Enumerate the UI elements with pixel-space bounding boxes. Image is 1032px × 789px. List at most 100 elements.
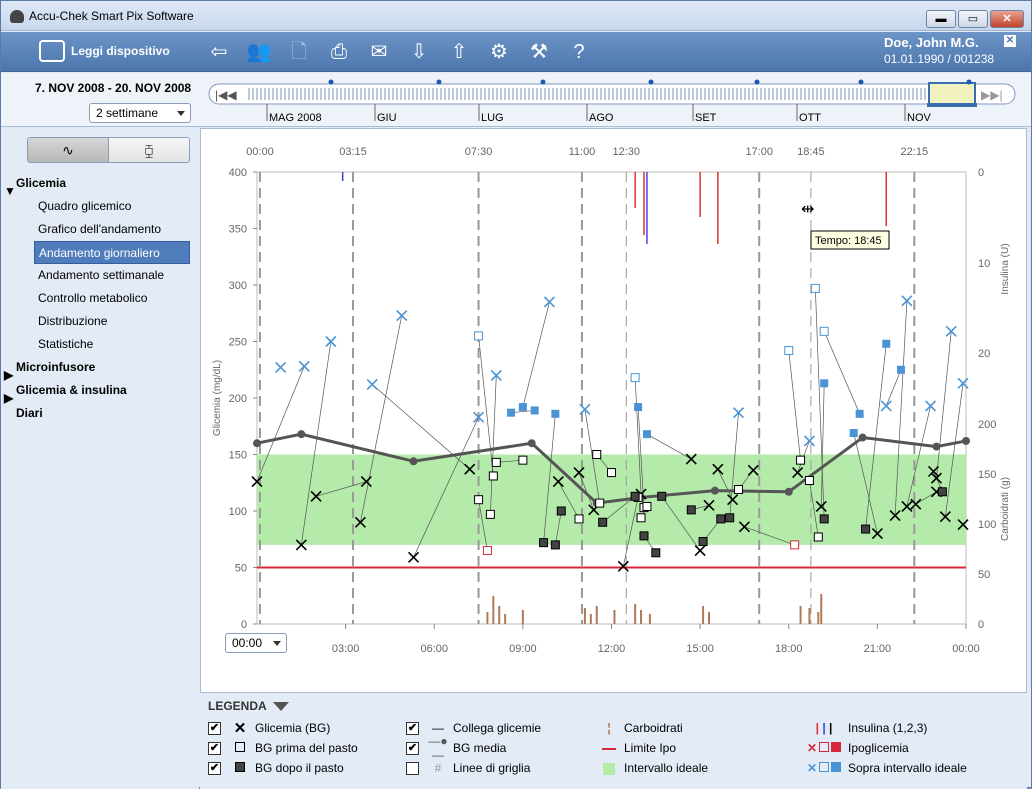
insulin-tick-label: 10 xyxy=(978,258,990,270)
bg-after-meal xyxy=(598,517,608,527)
sidebar-item-controllo-metabolico[interactable]: Controllo metabolico xyxy=(1,287,199,310)
timeline-event-dot xyxy=(648,79,654,85)
insulin-tick-label: 0 xyxy=(978,167,984,179)
legend-checkbox[interactable]: ✔ xyxy=(208,761,221,775)
sidebar-item-statistiche[interactable]: Statistiche xyxy=(1,333,199,356)
x-tick-label: 00:00 xyxy=(952,643,980,655)
timeline-event-dot xyxy=(540,79,546,85)
carbs-bar xyxy=(486,612,489,624)
carbs-bar xyxy=(634,604,637,624)
y-tick-label: 150 xyxy=(229,450,247,462)
email-icon[interactable]: ✉ xyxy=(366,39,392,65)
sidebar-item-distribuzione[interactable]: Distribuzione xyxy=(1,310,199,333)
carbs-bar xyxy=(521,610,524,624)
date-band: 7. NOV 2008 - 20. NOV 2008 2 settimane |… xyxy=(1,73,1031,127)
view-toggle: ∿ ⧮ xyxy=(27,137,190,163)
new-doc-icon[interactable]: 🗋 xyxy=(286,39,312,65)
maximize-button[interactable]: ▭ xyxy=(958,10,988,28)
sidebar-item-andamento-giornaliero[interactable]: Andamento giornaliero xyxy=(34,241,190,264)
nav-group-glicemia-insulina[interactable]: ▶ Glicemia & insulina xyxy=(1,379,199,405)
time-marker-label: 12:30 xyxy=(613,146,641,158)
expanded-triangle-icon: ▼ xyxy=(4,184,16,198)
time-tooltip-text: Tempo: 18:45 xyxy=(815,235,882,247)
bg-before-meal xyxy=(488,471,498,481)
carbs-tick-label: 150 xyxy=(978,469,996,481)
bg-after-meal xyxy=(630,491,640,501)
carbs-bar xyxy=(799,606,802,624)
main-toolbar: Leggi dispositivo ⇦ 👥 🗋 ⎙ ✉ ⇩ ⇧ ⚙ ⚒ ? Do… xyxy=(1,32,1031,72)
legend-item-hypo-limit: Limite Ipo xyxy=(598,739,676,757)
close-button[interactable]: ✕ xyxy=(990,10,1024,28)
y-tick-label: 0 xyxy=(241,619,247,631)
bg-before-meal xyxy=(813,532,823,542)
patients-icon[interactable]: 👥 xyxy=(246,39,272,65)
sidebar-item-grafico-andamento[interactable]: Grafico dell'andamento xyxy=(1,218,199,241)
carbs-tick-label: 200 xyxy=(978,419,996,431)
bg-average-point xyxy=(858,433,867,442)
close-patient-icon[interactable]: ✕ xyxy=(1004,35,1016,47)
y-tick-label: 200 xyxy=(229,393,247,405)
help-icon[interactable]: ? xyxy=(566,39,592,65)
line-view-icon: ∿ xyxy=(62,142,74,158)
sidebar: ∿ ⧮ ▼ Glicemia Quadro glicemico Grafico d… xyxy=(1,128,199,789)
x-tick-label: 18:00 xyxy=(775,643,803,655)
title-bar: Accu-Chek Smart Pix Software ▬ ▭ ✕ xyxy=(1,1,1031,31)
above-target-before xyxy=(784,346,794,356)
upload-icon[interactable]: ⇧ xyxy=(446,39,472,65)
minimize-button[interactable]: ▬ xyxy=(926,10,956,28)
print-icon[interactable]: ⎙ xyxy=(326,39,352,65)
y-tick-label: 100 xyxy=(229,506,247,518)
x-tick-label: 06:00 xyxy=(420,643,448,655)
legend-item-grid: # Linee di griglia xyxy=(406,759,530,777)
timeline-slider[interactable]: |◀◀ ▶▶| MAG 2008 GIU LUG AGO SET OTT NOV xyxy=(207,77,1019,125)
timeline-month-label: GIU xyxy=(377,112,397,124)
period-select[interactable]: 2 settimane xyxy=(89,103,191,123)
nav-group-microinfusore[interactable]: ▶ Microinfusore xyxy=(1,356,199,382)
sidebar-item-quadro-glicemico[interactable]: Quadro glicemico xyxy=(1,195,199,218)
y-tick-label: 350 xyxy=(229,224,247,236)
carbs-bar xyxy=(498,606,501,624)
download-icon[interactable]: ⇩ xyxy=(406,39,432,65)
back-icon[interactable]: ⇦ xyxy=(206,39,232,65)
app-window: Accu-Chek Smart Pix Software ▬ ▭ ✕ Leggi… xyxy=(0,0,1032,789)
legend-checkbox[interactable] xyxy=(406,761,419,775)
tools-icon[interactable]: ⚒ xyxy=(526,39,552,65)
carbs-bar xyxy=(640,610,643,624)
legend-checkbox[interactable]: ✔ xyxy=(208,721,221,735)
bg-before-meal xyxy=(482,546,492,556)
read-device-button[interactable]: Leggi dispositivo xyxy=(39,40,170,62)
legend-toggle[interactable]: LEGENDA xyxy=(208,699,289,713)
daily-trend-chart[interactable]: 050100150200250300350400Glicemia (mg/dL)… xyxy=(201,129,1026,692)
bg-before-meal xyxy=(790,540,800,550)
legend-checkbox[interactable]: ✔ xyxy=(406,741,419,755)
line-view-button[interactable]: ∿ xyxy=(28,138,108,162)
bg-after-meal xyxy=(819,514,829,524)
bg-before-meal xyxy=(595,498,605,508)
bg-before-meal xyxy=(474,495,484,505)
nav-group-glicemia[interactable]: ▼ Glicemia xyxy=(1,172,199,198)
legend-panel: LEGENDA ✔ ✕ Glicemia (BG) ✔ BG prima del pa… xyxy=(200,694,1027,789)
settings-icon[interactable]: ⚙ xyxy=(486,39,512,65)
boxplot-view-button[interactable]: ⧮ xyxy=(108,138,189,162)
target-range-icon xyxy=(598,761,620,775)
app-logo-icon xyxy=(10,10,24,23)
carbs-tick-label: 100 xyxy=(978,519,996,531)
carbs-bar xyxy=(613,610,616,624)
carbs-bar xyxy=(808,608,811,624)
above-target-after xyxy=(530,406,539,415)
bg-after-meal xyxy=(550,540,560,550)
bg-average-point xyxy=(962,436,970,445)
y-tick-label: 250 xyxy=(229,337,247,349)
nav-group-diari[interactable]: Diari xyxy=(1,402,199,425)
bg-average-point xyxy=(710,486,719,495)
legend-item-bg-before: ✔ BG prima del pasto xyxy=(208,741,358,755)
date-range-label: 7. NOV 2008 - 20. NOV 2008 xyxy=(35,81,192,95)
sidebar-item-andamento-settimanale[interactable]: Andamento settimanale xyxy=(1,264,199,287)
legend-checkbox[interactable]: ✔ xyxy=(406,721,419,735)
legend-checkbox[interactable]: ✔ xyxy=(208,741,221,755)
carbs-bar xyxy=(702,606,705,624)
chart-pane: 0 50 100 150 200 250 300 350 400 Glicemia (mg/dL)… xyxy=(200,128,1027,693)
bg-after-meal xyxy=(937,487,947,497)
start-time-select[interactable]: 00:00 xyxy=(225,633,287,653)
above-target-before xyxy=(819,326,829,336)
